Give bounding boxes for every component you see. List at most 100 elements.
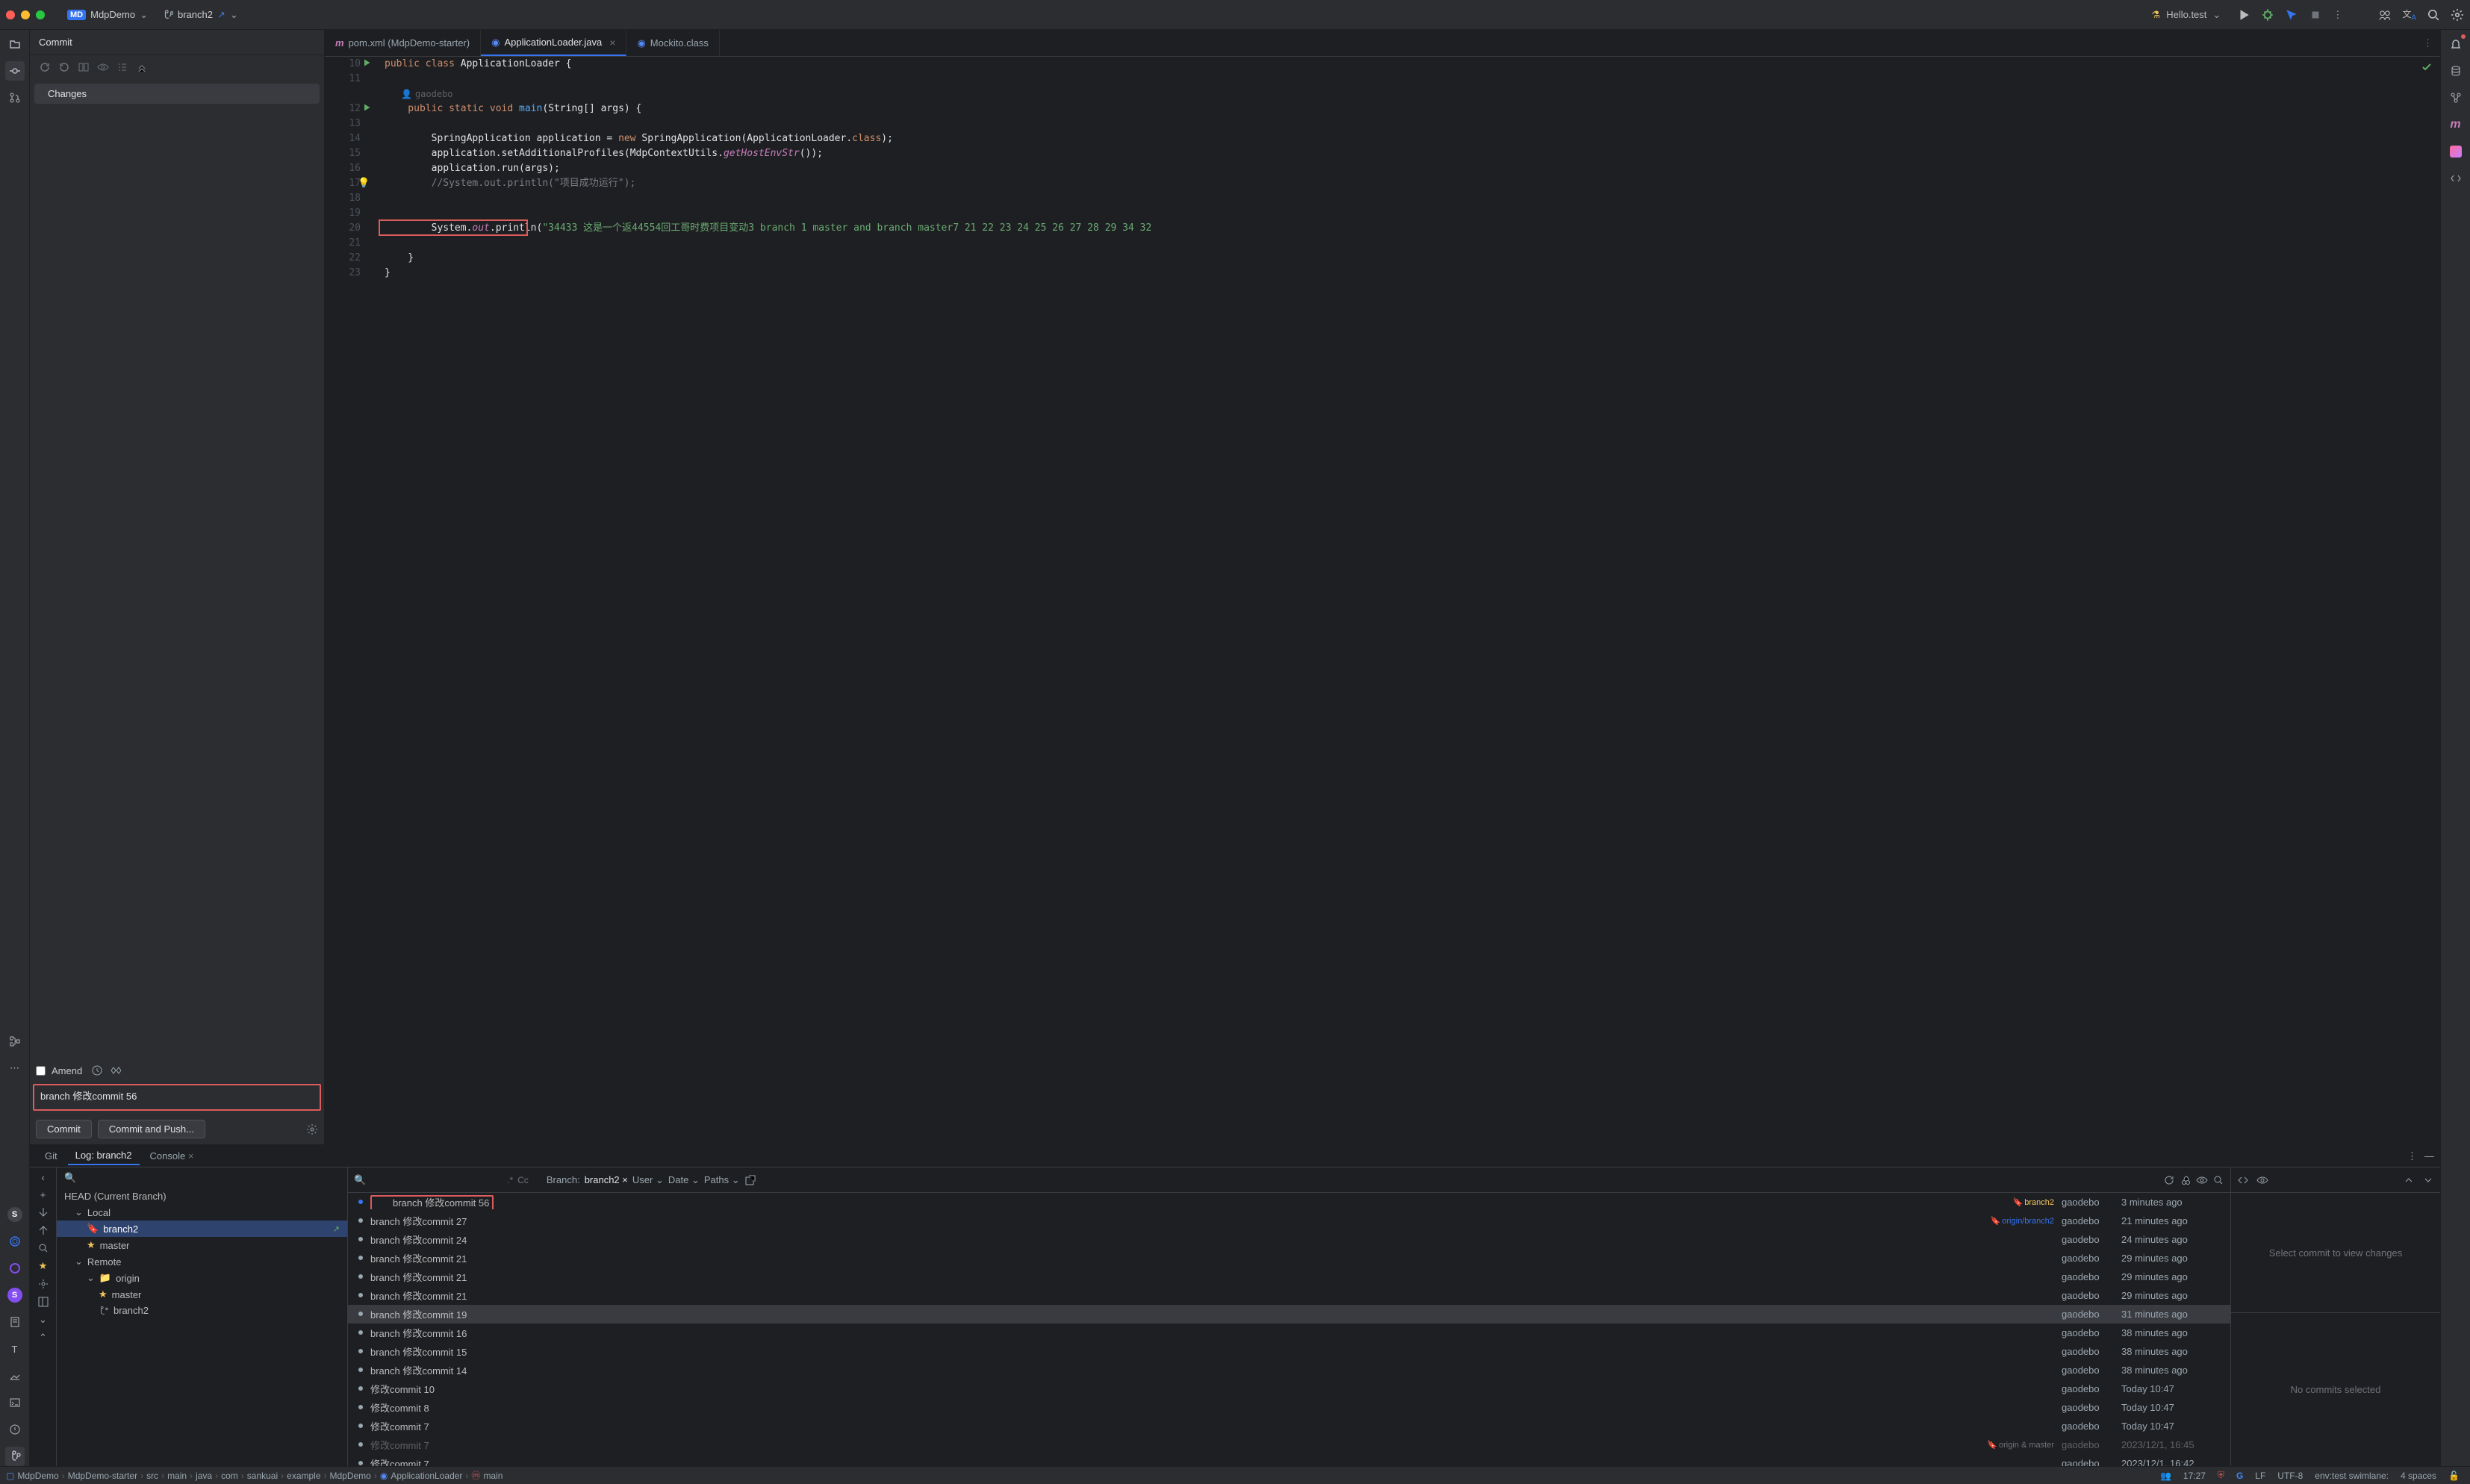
eye-icon[interactable] <box>2196 1174 2208 1186</box>
commit-row[interactable]: branch 修改commit 21gaodebo29 minutes ago <box>348 1249 2230 1268</box>
breadcrumb-item[interactable]: src <box>146 1471 158 1481</box>
editor-tab-pom[interactable]: m pom.xml (MdpDemo-starter) <box>325 30 481 56</box>
commit-row[interactable]: branch 修改commit 14gaodebo38 minutes ago <box>348 1361 2230 1379</box>
commit-row[interactable]: 修改commit 7gaodebo2023/12/1, 16:42 <box>348 1454 2230 1466</box>
dev-icon[interactable] <box>2446 169 2466 188</box>
spiral-icon[interactable] <box>5 1232 25 1251</box>
status-shield-icon[interactable]: ⛨ <box>2213 1470 2229 1481</box>
more-icon[interactable]: ⋮ <box>2333 9 2342 21</box>
breadcrumb-item[interactable]: java <box>196 1471 212 1481</box>
history-icon[interactable] <box>91 1064 103 1076</box>
bookmark-tool-icon[interactable] <box>5 1312 25 1332</box>
git-tool-icon[interactable] <box>5 1447 25 1466</box>
run-gutter-icon[interactable] <box>362 58 371 67</box>
branch-local-master[interactable]: ★master <box>57 1237 347 1253</box>
outgoing-icon[interactable] <box>37 1224 49 1236</box>
debug-icon[interactable] <box>2261 8 2274 22</box>
chevron-down-icon[interactable]: ⌄ <box>39 1314 47 1326</box>
ai-icon[interactable] <box>109 1064 121 1076</box>
commits-search-input[interactable] <box>370 1174 503 1185</box>
layout-icon[interactable] <box>37 1296 49 1308</box>
eye-icon[interactable] <box>2256 1174 2268 1186</box>
minimize-window-icon[interactable] <box>21 10 30 19</box>
commit-row[interactable]: branch 修改commit 16gaodebo38 minutes ago <box>348 1324 2230 1342</box>
chevron-up-icon[interactable]: ⌃ <box>39 1332 47 1344</box>
editor-tab-application-loader[interactable]: ◉ ApplicationLoader.java × <box>481 30 626 56</box>
breadcrumb-item[interactable]: main <box>167 1471 187 1481</box>
user-filter[interactable]: User ⌄ <box>632 1174 664 1186</box>
cursor-icon[interactable] <box>2285 8 2298 22</box>
more-tool-icon[interactable]: ⋯ <box>5 1059 25 1078</box>
terminal-tool-icon[interactable] <box>5 1393 25 1412</box>
commit-row[interactable]: branch 修改commit 27🔖origin/branch2gaodebo… <box>348 1212 2230 1230</box>
refresh-icon[interactable] <box>2163 1174 2175 1186</box>
commit-row[interactable]: branch 修改commit 21gaodebo29 minutes ago <box>348 1286 2230 1305</box>
down-icon[interactable] <box>2422 1174 2434 1186</box>
branch-search[interactable]: 🔍 <box>57 1167 347 1188</box>
close-icon[interactable]: × <box>188 1150 194 1162</box>
database-icon[interactable] <box>2446 61 2466 81</box>
status-indent[interactable]: 4 spaces <box>2396 1471 2441 1481</box>
star-icon[interactable]: ★ <box>39 1260 48 1272</box>
incoming-icon[interactable] <box>37 1206 49 1218</box>
dependencies-icon[interactable] <box>2446 88 2466 107</box>
commit-row[interactable]: branch 修改commit 56🔖branch2gaodebo3 minut… <box>348 1193 2230 1212</box>
paths-filter[interactable]: Paths ⌄ <box>704 1174 740 1186</box>
commit-button[interactable]: Commit <box>36 1120 92 1138</box>
s-badge-icon[interactable]: S <box>5 1205 25 1224</box>
minimize-icon[interactable]: — <box>2424 1150 2434 1162</box>
s-purple-icon[interactable]: S <box>5 1285 25 1305</box>
editor-tab-mockito[interactable]: ◉ Mockito.class <box>626 30 719 56</box>
commit-row[interactable]: 修改commit 7🔖origin & mastergaodebo2023/12… <box>348 1435 2230 1454</box>
collaborate-icon[interactable] <box>2378 8 2392 22</box>
search-icon[interactable] <box>37 1242 49 1254</box>
collapse-icon[interactable] <box>136 61 148 73</box>
commit-row[interactable]: branch 修改commit 15gaodebo38 minutes ago <box>348 1342 2230 1361</box>
amend-checkbox[interactable] <box>36 1066 46 1076</box>
commits-list[interactable]: branch 修改commit 56🔖branch2gaodebo3 minut… <box>348 1193 2230 1466</box>
project-selector[interactable]: MD MdpDemo ⌄ <box>60 6 155 24</box>
zoom-window-icon[interactable] <box>36 10 45 19</box>
editor-body[interactable]: 10public class ApplicationLoader { 11 👤g… <box>325 57 2440 1144</box>
breadcrumb-item[interactable]: MdpDemo-starter <box>68 1471 137 1481</box>
rollback-icon[interactable] <box>58 61 70 73</box>
project-tool-icon[interactable] <box>5 34 25 54</box>
branch-remote-group[interactable]: ⌄Remote <box>57 1253 347 1270</box>
status-line-sep[interactable]: LF <box>2250 1471 2270 1481</box>
pull-request-tool-icon[interactable] <box>5 88 25 107</box>
breadcrumb-item[interactable]: ⓜ main <box>471 1469 503 1482</box>
branch-head[interactable]: HEAD (Current Branch) <box>57 1188 347 1204</box>
cherry-pick-icon[interactable] <box>2180 1174 2191 1186</box>
status-env[interactable]: env:test swimlane: <box>2310 1471 2393 1481</box>
branch-remote-master[interactable]: ★master <box>57 1286 347 1303</box>
breadcrumb-item[interactable]: ▢ MdpDemo <box>6 1471 59 1481</box>
breadcrumb-item[interactable]: MdpDemo <box>330 1471 371 1481</box>
branch-local-group[interactable]: ⌄Local <box>57 1204 347 1220</box>
search-icon[interactable] <box>2212 1174 2224 1186</box>
problems-tool-icon[interactable] <box>5 1420 25 1439</box>
more-icon[interactable]: ⋮ <box>2423 37 2433 49</box>
commit-row[interactable]: 修改commit 7gaodeboToday 10:47 <box>348 1417 2230 1435</box>
close-icon[interactable]: × <box>609 37 615 49</box>
commit-row[interactable]: 修改commit 10gaodeboToday 10:47 <box>348 1379 2230 1398</box>
vcs-tab-log[interactable]: Log: branch2 <box>68 1147 140 1165</box>
regex-label[interactable]: .* <box>507 1175 513 1185</box>
status-lock-icon[interactable]: 🔓 <box>2444 1471 2464 1481</box>
close-window-icon[interactable] <box>6 10 15 19</box>
circle-icon[interactable] <box>5 1259 25 1278</box>
intention-bulb-icon[interactable]: 💡 <box>358 176 370 191</box>
vcs-tab-console[interactable]: Console × <box>143 1147 202 1165</box>
maven-icon[interactable]: m <box>2446 115 2466 134</box>
gradient-icon[interactable] <box>2446 142 2466 161</box>
commit-tool-icon[interactable] <box>5 61 25 81</box>
breadcrumb-item[interactable]: example <box>287 1471 320 1481</box>
diff-icon[interactable] <box>78 61 90 73</box>
commit-row[interactable]: branch 修改commit 24gaodebo24 minutes ago <box>348 1230 2230 1249</box>
expand-icon[interactable] <box>2237 1174 2249 1186</box>
changelist-icon[interactable] <box>116 61 128 73</box>
commit-row[interactable]: branch 修改commit 19gaodebo31 minutes ago <box>348 1305 2230 1324</box>
status-google-icon[interactable]: G <box>2232 1471 2247 1481</box>
breadcrumb[interactable]: ▢ MdpDemo›MdpDemo-starter›src›main›java›… <box>6 1469 503 1482</box>
commit-and-push-button[interactable]: Commit and Push... <box>98 1120 205 1138</box>
eye-icon[interactable] <box>97 61 109 73</box>
